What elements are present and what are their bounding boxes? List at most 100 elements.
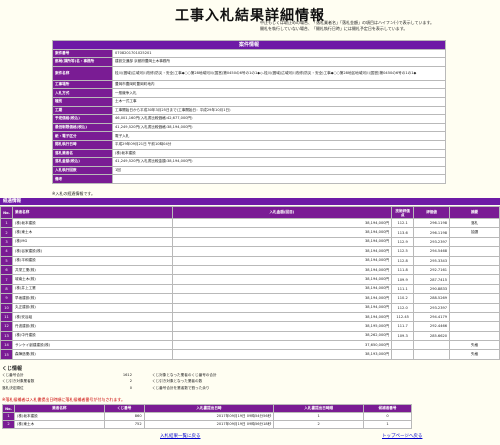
info-value: 0708201701025201: [112, 48, 446, 59]
row-eval: 287.7415: [413, 274, 451, 285]
row-score: 110.2: [391, 293, 415, 304]
kekka-caption: ※入札の経過情報です。: [52, 191, 95, 196]
info-label: 落札業者名: [52, 148, 113, 159]
info-label: 入札方式: [52, 88, 113, 98]
page-notes: 中止もしくは取止めの場合、「落札業者名」「落札金額」の項目はハイフン(-)で表示…: [260, 20, 460, 32]
row-note: [449, 302, 500, 313]
row-note: 落札: [449, 217, 500, 229]
info-row: 開札執行日時 平成29年09月21日 午前10時04分: [52, 139, 446, 150]
row-score: 112.1: [391, 217, 415, 229]
info-label: 予定価格(税込): [52, 114, 113, 124]
kuji-label: 落札決定順位: [2, 385, 24, 390]
kuji-value: 0: [129, 385, 132, 390]
krow-datetime: 2017年09月19日 09時54分56秒: [143, 412, 275, 421]
table-row: 7 城南土木(株) 38,194,000円 109.9 287.7415: [0, 274, 500, 285]
row-name: (株)MG: [11, 236, 173, 248]
row-eval: 292.4466: [413, 321, 451, 332]
row-eval: 296.1198: [413, 217, 451, 229]
row-name: 早坂建設(株): [11, 293, 173, 304]
row-note: [449, 246, 500, 257]
row-score: 112.9: [391, 236, 415, 248]
row-eval: 292.7161: [413, 264, 451, 276]
row-name: (株)井上工業: [11, 283, 173, 295]
info-row: 最低制限価格(税込) 41,249,520円(入札書比較価格:38,194,000…: [52, 122, 446, 133]
kuji-info: くじ情報 くじ番号合計 1612 くじ対象となった業者のくじ番号の合計 くじ引き対象業…: [2, 365, 332, 391]
row-score: [391, 340, 415, 351]
info-value: 1回: [112, 165, 446, 176]
krow-order: 2: [273, 419, 365, 429]
row-note: 失格: [449, 349, 500, 360]
krow-no: 2: [2, 419, 15, 429]
table-row: 15 森陣造業(株) 38,193,000円 失格: [0, 349, 500, 360]
row-eval: 295.3343: [413, 255, 451, 266]
row-no: 10: [0, 302, 13, 313]
kuji-warning: ※落札候補者は入札書提出日時順に落札候補者番号が付与されます。: [2, 397, 125, 402]
row-no: 8: [0, 283, 13, 295]
info-value: 建設交通部 京都府豊岡土木事務所: [112, 57, 446, 67]
row-name: (株)東土木: [11, 227, 173, 238]
row-amount: 38,194,000円: [171, 217, 393, 229]
row-no: 11: [0, 311, 13, 323]
col-no: No.: [0, 206, 13, 219]
row-note: 抽選: [449, 227, 500, 238]
row-no: 6: [0, 264, 13, 276]
row-no: 13: [0, 330, 13, 342]
row-eval: 294.5468: [413, 246, 451, 257]
row-name: (株)坂本建設: [11, 217, 173, 229]
row-eval: 285.6620: [413, 330, 451, 342]
row-no: 4: [0, 246, 13, 257]
row-score: [391, 349, 415, 360]
row-amount: 38,194,000円: [171, 311, 393, 323]
info-row: 案件名称 桂川(圏域)広域河川改修(防災・安全)工事◆○○第28地域河川(国営)第…: [52, 65, 446, 81]
row-amount: 37,650,000円: [171, 340, 393, 351]
info-row: 備考: [52, 174, 446, 184]
row-name: 共栄工業(株): [11, 264, 173, 276]
row-eval: 293.2397: [413, 302, 451, 313]
info-value: (株)坂本建設: [112, 148, 446, 159]
row-no: 1: [0, 217, 13, 229]
row-no: 2: [0, 227, 13, 238]
row-no: 15: [0, 349, 13, 360]
row-note: [449, 311, 500, 323]
col-score: 技術評価点: [391, 206, 415, 219]
row-note: [449, 293, 500, 304]
krow-datetime: 2017年09月19日 09時56分18秒: [143, 419, 275, 429]
info-value: 平成29年09月21日 午前10時04分: [112, 139, 446, 150]
krow-kuji: 860: [103, 412, 145, 421]
table-row: 1 (株)坂本建設 38,194,000円 112.1 296.1198 落札: [0, 217, 500, 229]
table-row: 11 (株)安谷組 38,194,000円 112.45 294.4179: [0, 311, 500, 323]
info-label: 入札執行回数: [52, 165, 113, 176]
table-row: 8 (株)井上工業 38,194,000円 111.1 290.8833: [0, 283, 500, 295]
table-row: 2 (株)東土木 752 2017年09月19日 09時56分18秒 2 1: [2, 419, 412, 429]
info-label: 工期: [52, 105, 113, 116]
row-note: [449, 330, 500, 342]
row-no: 9: [0, 293, 13, 304]
col-amount: 入札金額(回目): [171, 206, 393, 219]
back-to-top-link[interactable]: トップページへ戻る: [382, 433, 422, 439]
row-eval: 296.1198: [413, 227, 451, 238]
note-line: 開札を執行していない場合、「開札執行日時」には開札予定日を表示しています。: [260, 26, 408, 31]
row-name: (株)谷家建設(株): [11, 246, 173, 257]
info-label: 紙・電子区分: [52, 131, 113, 141]
table-row: 4 (株)谷家建設(株) 38,194,000円 112.5 294.5468: [0, 246, 500, 257]
kcol-name: 業者名称: [13, 404, 105, 413]
info-row: 紙・電子区分 電子入札: [52, 131, 446, 141]
back-to-list-link[interactable]: 入札結果一覧に戻る: [160, 433, 201, 439]
row-score: 112.0: [391, 302, 415, 313]
info-row: 予定価格(税込) 46,001,160円(入札書比較価格:42,677,000円): [52, 114, 446, 124]
table-row: 3 (株)MG 38,194,000円 112.9 293.2397: [0, 236, 500, 248]
info-value: 電子入札: [112, 131, 446, 141]
kuji-table: No. 業者名称 くじ番号 入札書提出日時 入札書提出日時順 候補者番号 1 (株…: [2, 404, 412, 429]
krow-cand: 1: [363, 419, 412, 429]
row-eval: 288.5269: [413, 293, 451, 304]
col-note: 摘要: [449, 206, 500, 219]
info-row: 入札執行回数 1回: [52, 165, 446, 176]
info-row: 種別 土木一式工事: [52, 96, 446, 107]
row-name: (株)安谷組: [11, 311, 173, 323]
row-score: 111.1: [391, 283, 415, 295]
row-note: [449, 255, 500, 266]
kekka-section-title: 経過情報: [0, 198, 500, 205]
krow-cand: 0: [363, 412, 412, 421]
table-row: 13 (株)中丹建設 38,262,000円 109.3 285.6620: [0, 330, 500, 342]
info-row: 部局(課所等)名・事務所 建設交通部 京都府豊岡土木事務所: [52, 57, 446, 67]
